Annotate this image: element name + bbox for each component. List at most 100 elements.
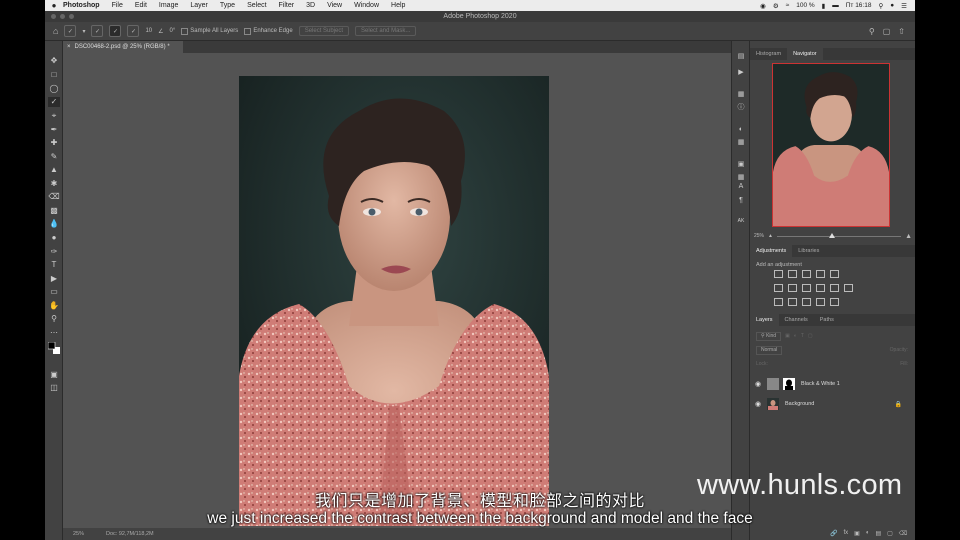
select-and-mask-button[interactable]: Select and Mask... <box>355 26 417 36</box>
menu-help[interactable]: Help <box>391 2 405 9</box>
swatches-panel-icon[interactable]: ▦ <box>736 138 746 147</box>
layer-mask-thumbnail[interactable] <box>783 378 795 390</box>
shape-tool-icon[interactable]: ▭ <box>48 287 60 297</box>
chevron-down-icon[interactable]: ▾ <box>82 28 85 35</box>
blend-mode-select[interactable]: Normal <box>756 345 783 355</box>
brush-tool-icon[interactable]: ✎ <box>48 152 60 162</box>
menu-image[interactable]: Image <box>159 2 178 9</box>
workspace-icon[interactable]: ▢ <box>883 27 891 36</box>
quick-mask-icon[interactable]: ▣ <box>48 370 60 380</box>
filter-pixel-icon[interactable]: ▣ <box>785 333 790 339</box>
home-icon[interactable]: ⌂ <box>53 26 58 36</box>
screen-mode-icon[interactable]: ◫ <box>48 383 60 393</box>
tab-libraries[interactable]: Libraries <box>792 245 825 257</box>
color-panel-icon[interactable]: ◐ <box>736 125 746 134</box>
crop-tool-icon[interactable]: ⌖ <box>48 111 60 121</box>
battery-icon[interactable]: ▮ <box>822 2 826 10</box>
glyphs-panel-icon[interactable]: AK <box>736 217 746 226</box>
visibility-eye-icon[interactable]: ◉ <box>752 380 764 388</box>
brush-panel-icon[interactable]: ▣ <box>736 160 746 169</box>
eyedropper-tool-icon[interactable]: ✒ <box>48 125 60 135</box>
trash-icon[interactable]: ⌫ <box>899 530 907 537</box>
enhance-edge-checkbox[interactable]: Enhance Edge <box>244 27 293 35</box>
color-balance-icon[interactable] <box>788 284 797 292</box>
apple-menu-icon[interactable]: ● <box>45 1 63 10</box>
tab-paths[interactable]: Paths <box>814 314 840 326</box>
subtract-selection-icon[interactable]: ✓ <box>127 25 140 37</box>
brush-size-field[interactable]: 10 <box>145 28 152 34</box>
zoom-tool-icon[interactable]: ⚲ <box>48 314 60 324</box>
hand-tool-icon[interactable]: ✋ <box>48 301 60 311</box>
angle-icon[interactable]: ∠ <box>158 28 163 35</box>
threshold-icon[interactable] <box>802 298 811 306</box>
tab-channels[interactable]: Channels <box>779 314 814 326</box>
gear-status-icon[interactable]: ⚙ <box>773 2 779 10</box>
spotlight-search-icon[interactable]: ⚲ <box>878 2 883 10</box>
record-icon[interactable]: ◉ <box>760 2 766 10</box>
slider-handle[interactable] <box>829 232 836 238</box>
clone-stamp-tool-icon[interactable]: ▲ <box>48 165 60 175</box>
invert-icon[interactable] <box>774 298 783 306</box>
zoom-in-icon[interactable]: ▲ <box>905 233 912 240</box>
sample-all-layers-checkbox[interactable]: Sample All Layers <box>181 27 238 35</box>
type-tool-icon[interactable]: T <box>48 260 60 270</box>
dodge-tool-icon[interactable]: ● <box>48 233 60 243</box>
wifi-icon[interactable]: ≈ <box>786 2 790 9</box>
path-selection-tool-icon[interactable]: ▶ <box>48 274 60 284</box>
navigator-zoom-value[interactable]: 25% <box>754 233 764 239</box>
link-layers-icon[interactable]: 🔗 <box>830 530 837 537</box>
brightness-contrast-icon[interactable] <box>774 270 783 278</box>
properties-panel-icon[interactable]: ▦ <box>736 90 746 99</box>
blur-tool-icon[interactable]: 💧 <box>48 219 60 229</box>
portrait-photo[interactable] <box>239 76 549 526</box>
menu-select[interactable]: Select <box>247 2 266 9</box>
new-group-icon[interactable]: ▤ <box>875 530 881 537</box>
zoom-out-icon[interactable]: ▲ <box>768 233 773 239</box>
siri-icon[interactable]: ● <box>890 2 894 9</box>
menu-layer[interactable]: Layer <box>190 2 208 9</box>
add-mask-icon[interactable]: ▣ <box>854 530 860 537</box>
levels-icon[interactable] <box>788 270 797 278</box>
layer-kind-filter[interactable]: ⚲ Kind <box>756 331 782 341</box>
channel-mixer-icon[interactable] <box>830 284 839 292</box>
visibility-eye-icon[interactable]: ◉ <box>752 400 764 408</box>
quick-selection-tool-icon[interactable]: ✓ <box>48 97 60 107</box>
filter-shape-icon[interactable]: ▢ <box>808 333 813 339</box>
lock-icon[interactable]: 🔒 <box>895 401 902 408</box>
photo-filter-icon[interactable] <box>816 284 825 292</box>
navigator-zoom-slider[interactable] <box>776 232 902 238</box>
actions-panel-icon[interactable]: ▶ <box>736 68 746 77</box>
navigator-thumbnail[interactable] <box>772 63 890 227</box>
menu-edit[interactable]: Edit <box>135 2 147 9</box>
menu-photoshop[interactable]: Photoshop <box>63 2 100 9</box>
menu-filter[interactable]: Filter <box>279 2 295 9</box>
gradient-tool-icon[interactable]: ▩ <box>48 206 60 216</box>
layer-style-icon[interactable]: fx <box>843 530 848 537</box>
edit-toolbar-icon[interactable]: ⋯ <box>48 328 60 338</box>
new-layer-icon[interactable]: ▢ <box>887 530 893 537</box>
black-white-icon[interactable] <box>802 284 811 292</box>
document-tab[interactable]: × DSC00468-2.psd @ 25% (RGB/8) * <box>63 41 183 53</box>
libraries-panel-icon[interactable]: ▦ <box>736 173 746 182</box>
color-lookup-icon[interactable] <box>844 284 853 292</box>
character-panel-icon[interactable]: A <box>736 182 746 191</box>
layer-row[interactable]: ◉ Background 🔒 <box>752 395 910 413</box>
filter-type-icon[interactable]: T <box>801 333 804 339</box>
selective-color-icon[interactable] <box>830 298 839 306</box>
healing-brush-tool-icon[interactable]: ✚ <box>48 138 60 148</box>
layer-row[interactable]: ◉ Black & White 1 <box>752 375 910 393</box>
info-panel-icon[interactable]: ⓘ <box>736 103 746 112</box>
filter-adjustment-icon[interactable]: ◐ <box>794 333 797 339</box>
foreground-background-color-icon[interactable] <box>47 341 60 354</box>
menu-type[interactable]: Type <box>220 2 235 9</box>
marquee-tool-icon[interactable]: □ <box>48 70 60 80</box>
tab-histogram[interactable]: Histogram <box>750 48 787 60</box>
tab-layers[interactable]: Layers <box>750 314 779 326</box>
add-to-selection-icon[interactable]: ✓ <box>109 25 122 37</box>
gradient-map-icon[interactable] <box>816 298 825 306</box>
new-adjustment-icon[interactable]: ◐ <box>866 530 870 537</box>
eraser-tool-icon[interactable]: ⌫ <box>48 192 60 202</box>
exposure-icon[interactable] <box>816 270 825 278</box>
tab-navigator[interactable]: Navigator <box>787 48 823 60</box>
angle-field[interactable]: 0° <box>170 28 176 34</box>
